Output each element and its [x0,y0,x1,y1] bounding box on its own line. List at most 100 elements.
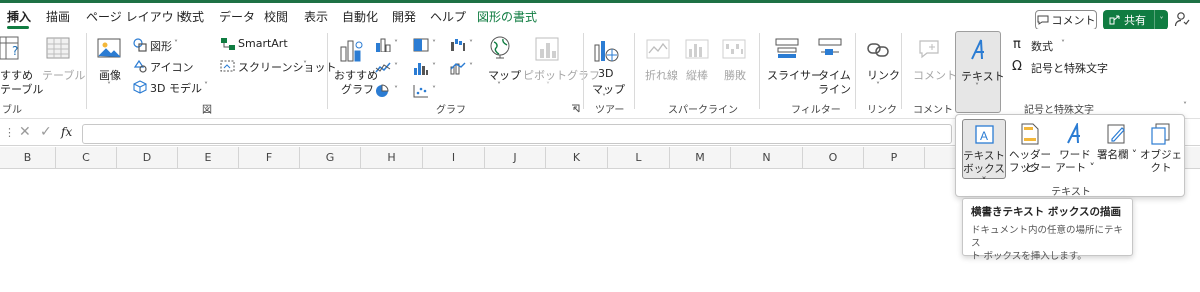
object-icon [1151,123,1170,145]
wordart-button[interactable]: ワード アート ˅ [1054,119,1096,179]
pie-chart-chevron-icon[interactable]: ˅ [394,85,398,94]
comment-icon [1037,15,1048,25]
tab-data[interactable]: データ [219,8,255,25]
3d-model-chevron-icon[interactable]: ˅ [204,81,208,90]
column-header[interactable]: L [608,147,670,169]
column-header[interactable]: E [178,147,239,169]
3d-map-icon[interactable] [593,37,621,65]
formula-input[interactable] [82,124,952,144]
column-header[interactable]: D [117,147,178,169]
header-footer-button[interactable]: ヘッダーと フッター [1006,119,1054,179]
tab-help[interactable]: ヘルプ [430,8,466,25]
tab-review[interactable]: 校閲 [264,8,288,25]
signature-line-button[interactable]: 署名欄 ˅ [1096,119,1138,179]
column-header[interactable]: C [56,147,117,169]
text-chevron-icon: ˅ [975,82,979,91]
shapes-chevron-icon[interactable]: ˅ [174,39,178,48]
ribbon-panel: ? すすめ テーブル テーブル ブル 画像 ˅ 図形 ˅ アイコン 3D モデル… [0,29,1200,119]
column-chart-chevron-icon[interactable]: ˅ [394,39,398,48]
3d-model-label[interactable]: 3D モデル [150,80,202,96]
equation-label[interactable]: 数式 [1031,38,1053,54]
equation-chevron-icon[interactable]: ˅ [1061,39,1065,48]
3d-model-icon[interactable] [133,80,147,94]
screenshot-chevron-icon[interactable]: ˅ [303,60,307,69]
hierarchy-chart-chevron-icon[interactable]: ˅ [432,39,436,48]
tab-formulas[interactable]: 数式 [180,8,204,25]
tab-automate[interactable]: 自動化 [342,8,378,25]
signature-line-label: 署名欄 ˅ [1096,149,1138,161]
screenshot-label[interactable]: スクリーンショット [238,59,336,75]
icons-icon[interactable] [133,59,147,73]
tooltip-title: 横書きテキスト ボックスの描画 [971,206,1122,218]
column-header[interactable]: F [239,147,300,169]
scatter-chart-icon[interactable] [413,84,429,98]
share-dropdown-chevron-icon[interactable]: ˅ [1154,10,1168,30]
svg-text:A: A [980,129,988,143]
sparkline-column-icon [685,39,709,59]
screenshot-icon[interactable] [220,59,236,73]
text-box-button[interactable]: A テキスト ボックス ˅ [962,119,1006,188]
combo-chart-icon[interactable] [450,61,466,75]
shapes-label[interactable]: 図形 [150,38,172,54]
equation-icon[interactable]: π [1013,37,1021,52]
column-header[interactable]: K [546,147,608,169]
column-header[interactable]: G [300,147,361,169]
recommended-charts-icon[interactable] [339,37,365,63]
tab-developer[interactable]: 開発 [392,8,416,25]
tab-view[interactable]: 表示 [304,8,328,25]
tab-draw[interactable]: 描画 [46,8,70,25]
timeline-icon[interactable] [818,38,844,62]
object-button[interactable]: オブジェクト [1138,119,1184,179]
dialog-launcher-icon[interactable] [571,104,580,113]
column-header[interactable]: N [731,147,803,169]
image-chevron-icon[interactable]: ˅ [107,81,111,90]
collapse-ribbon-chevron-icon[interactable]: ˅ [1183,101,1187,110]
line-chart-chevron-icon[interactable]: ˅ [394,62,398,71]
text-button[interactable]: テキスト ˅ [955,31,1005,113]
map-chart-chevron-icon[interactable]: ˅ [497,81,501,90]
symbol-icon[interactable]: Ω [1012,59,1022,74]
tab-shape-format[interactable]: 図形の書式 [477,8,537,25]
column-header[interactable]: I [423,147,485,169]
link-chevron-icon[interactable]: ˅ [876,81,880,90]
link-icon[interactable] [866,41,892,59]
smartart-label[interactable]: SmartArt [238,37,288,50]
recommended-pivot-table-icon[interactable]: ? [0,35,24,63]
pivot-chart-icon[interactable] [535,37,561,63]
waterfall-chart-icon[interactable] [450,38,466,52]
slicer-icon[interactable] [775,38,801,62]
formula-bar-grip-icon[interactable]: ⋮ [4,126,15,139]
column-chart-icon[interactable] [375,38,391,52]
tab-insert[interactable]: 挿入 [7,8,31,25]
image-icon[interactable] [97,37,123,61]
column-header[interactable]: J [485,147,546,169]
scatter-chart-chevron-icon[interactable]: ˅ [432,85,436,94]
waterfall-chart-chevron-icon[interactable]: ˅ [469,39,473,48]
column-header[interactable]: O [803,147,864,169]
symbol-label[interactable]: 記号と特殊文字 [1031,60,1108,76]
share-button[interactable]: 共有 ˅ [1103,10,1168,30]
text-box-label-1: テキスト [963,150,1005,162]
icons-label[interactable]: アイコン [150,59,193,75]
table-icon[interactable] [46,37,72,61]
person-icon[interactable] [1174,11,1192,29]
insert-function-icon[interactable]: fx [61,125,72,139]
statistic-chart-chevron-icon[interactable]: ˅ [432,62,436,71]
column-header[interactable]: B [0,147,56,169]
column-header[interactable]: H [361,147,423,169]
pie-chart-icon[interactable] [375,84,391,98]
hierarchy-chart-icon[interactable] [413,38,429,52]
combo-chart-chevron-icon[interactable]: ˅ [469,62,473,71]
tab-page-layout[interactable]: ページ レイアウト [86,8,186,25]
shapes-icon[interactable] [133,38,147,52]
smartart-icon[interactable] [220,37,236,51]
column-header[interactable]: M [670,147,731,169]
column-header[interactable]: P [864,147,925,169]
statistic-chart-icon[interactable] [413,61,429,75]
enter-icon[interactable]: ✓ [40,124,52,140]
comments-button[interactable]: コメント [1035,10,1097,30]
map-chart-icon[interactable] [488,35,512,63]
header-footer-icon [1021,123,1039,145]
cancel-icon[interactable]: ✕ [19,124,31,140]
line-chart-icon[interactable] [375,61,391,75]
